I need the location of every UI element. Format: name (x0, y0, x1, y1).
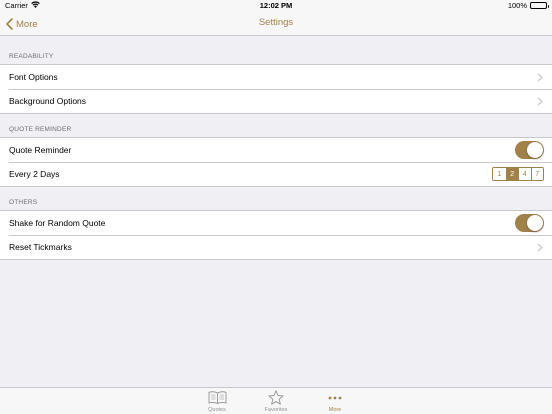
segment-4-days[interactable]: 4 (518, 168, 531, 180)
row-shake-random-quote: Shake for Random Quote (0, 211, 552, 235)
tab-label: Favorites (264, 407, 288, 413)
frequency-segmented-control: 1 2 4 7 (492, 167, 544, 181)
tab-label: More (328, 407, 342, 413)
navigation-bar: More Settings (0, 12, 552, 36)
tab-label: Quotes (208, 407, 226, 413)
tab-favorites[interactable]: Favorites (256, 390, 296, 413)
row-quote-reminder: Quote Reminder (0, 138, 552, 162)
section-header-quote-reminder: QUOTE REMINDER (9, 126, 72, 133)
row-label: Shake for Random Quote (9, 218, 106, 228)
row-label: Background Options (9, 96, 87, 106)
status-time: 12:02 PM (259, 1, 293, 10)
chevron-right-icon (537, 97, 543, 106)
group-others: Shake for Random Quote Reset Tickmarks (0, 210, 552, 260)
more-icon (325, 390, 345, 405)
chevron-right-icon (537, 243, 543, 252)
battery-icon (530, 2, 549, 9)
star-icon (266, 390, 286, 405)
group-readability: Font Options Background Options (0, 64, 552, 114)
segment-1-day[interactable]: 1 (493, 168, 506, 180)
section-header-others: OTHERS (9, 199, 38, 206)
tab-more[interactable]: More (315, 390, 355, 413)
row-font-options[interactable]: Font Options (0, 65, 552, 89)
row-reset-tickmarks[interactable]: Reset Tickmarks (0, 235, 552, 259)
section-header-readability: READABILITY (9, 53, 54, 60)
status-bar: Carrier 12:02 PM 100% (0, 0, 552, 12)
book-icon (207, 390, 227, 405)
row-label: Reset Tickmarks (9, 242, 72, 252)
tab-quotes[interactable]: Quotes (197, 390, 237, 413)
quote-reminder-toggle[interactable] (515, 141, 544, 159)
toggle-knob (527, 215, 543, 231)
row-label: Quote Reminder (9, 145, 72, 155)
battery-percent: 100% (507, 1, 527, 10)
segment-2-days[interactable]: 2 (505, 168, 518, 180)
row-label: Every 2 Days (9, 169, 60, 179)
toggle-knob (527, 142, 543, 158)
chevron-right-icon (537, 73, 543, 82)
row-label: Font Options (9, 72, 58, 82)
group-quote-reminder: Quote Reminder Every 2 Days 1 2 4 7 (0, 137, 552, 187)
tab-bar: Quotes Favorites More (0, 387, 552, 414)
row-reminder-frequency: Every 2 Days 1 2 4 7 (0, 162, 552, 186)
shake-random-quote-toggle[interactable] (515, 214, 544, 232)
segment-7-days[interactable]: 7 (530, 168, 543, 180)
status-right: 100% (507, 1, 549, 10)
row-background-options[interactable]: Background Options (0, 89, 552, 113)
page-title: Settings (258, 17, 294, 28)
